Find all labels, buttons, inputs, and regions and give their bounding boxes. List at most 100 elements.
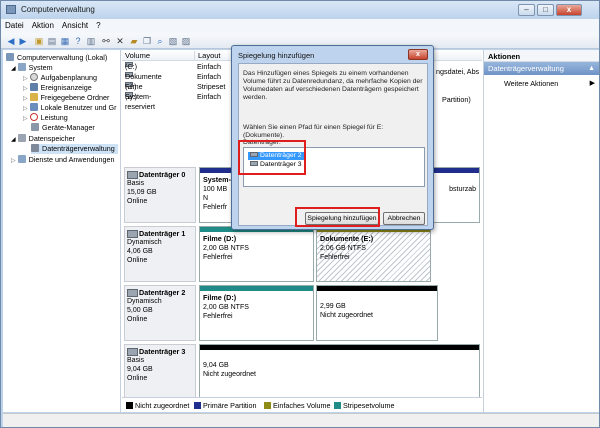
clock-icon <box>29 73 38 81</box>
add-mirror-button[interactable]: Spiegelung hinzufügen <box>305 212 379 225</box>
tree-services[interactable]: ▷ Dienste und Anwendungen <box>11 155 115 165</box>
expand-arrow-icon[interactable]: ▷ <box>23 86 28 92</box>
column-layout[interactable]: Layout <box>194 51 221 60</box>
close-button[interactable]: x <box>556 4 582 16</box>
legend-swatch <box>334 402 341 409</box>
folder-icon[interactable]: ▰ <box>129 36 139 46</box>
expand-arrow-icon[interactable]: ▷ <box>23 96 28 102</box>
title-bar: Computerverwaltung – □ x <box>1 1 599 19</box>
maximize-button[interactable]: □ <box>537 4 554 16</box>
disk-type: Dynamisch <box>127 239 162 246</box>
menu-help[interactable]: ? <box>92 19 104 32</box>
services-icon <box>17 155 26 163</box>
tree-system[interactable]: ◢ System <box>11 63 53 73</box>
dialog-body: Das Hinzufügen eines Spiegels zu einem v… <box>238 63 428 226</box>
copy-icon[interactable]: ❐ <box>142 36 152 46</box>
search-icon[interactable]: ⌕ <box>155 36 165 46</box>
connect-icon[interactable]: ⚯ <box>101 36 111 46</box>
partition[interactable]: Filme (D:) 2,00 GB NTFS Fehlerfrei <box>199 226 314 282</box>
expand-arrow-icon[interactable]: ▷ <box>11 158 16 164</box>
disk-row: Datenträger 2 Dynamisch 5,00 GB Online F… <box>122 284 482 342</box>
actions-pane: Aktionen Datenträgerverwaltung ▲ Weitere … <box>483 50 599 412</box>
legend-item: Nicht zugeordnet <box>126 401 189 410</box>
disk-size: 15,09 GB <box>127 189 157 196</box>
computer-icon <box>6 53 14 61</box>
expand-arrow-icon[interactable]: ▷ <box>23 76 28 82</box>
tree-root[interactable]: Computerverwaltung (Lokal) <box>6 53 107 63</box>
users-icon <box>29 103 38 111</box>
disk-list-item[interactable]: Datenträger 2 <box>248 152 304 160</box>
disk-label[interactable]: Datenträger 1 Dynamisch 4,06 GB Online <box>124 226 196 282</box>
delete-icon[interactable]: ✕ <box>115 36 125 46</box>
disk-status: Online <box>127 257 148 264</box>
actions-header: Aktionen <box>484 50 599 62</box>
partition-unallocated[interactable]: 9,04 GB Nicht zugeordnet <box>199 344 480 400</box>
expand-arrow-icon[interactable]: ▷ <box>23 106 28 112</box>
disk-status: Online <box>127 198 148 205</box>
menu-ansicht[interactable]: Ansicht <box>58 19 92 32</box>
disk-label[interactable]: Datenträger 0 Basis 15,09 GB Online <box>124 167 196 223</box>
disk-size: 4,06 GB <box>127 248 153 255</box>
disk-row: Datenträger 1 Dynamisch 4,06 GB Online F… <box>122 225 482 283</box>
dialog-close-button[interactable]: x <box>408 49 428 60</box>
export-icon[interactable]: ▧ <box>168 36 178 46</box>
help-icon[interactable]: ? <box>73 36 83 46</box>
collapse-arrow-icon[interactable]: ◢ <box>11 66 16 72</box>
tree-storage[interactable]: ◢ Datenspeicher <box>11 134 75 144</box>
tree-item-ereignisanzeige[interactable]: ▷ Ereignisanzeige <box>23 83 92 93</box>
storage-icon <box>17 134 26 142</box>
disk-type: Basis <box>127 180 145 187</box>
disk-list-label: Datenträger: <box>243 139 281 146</box>
partition-selected[interactable]: Dokumente (E:) 2,06 GB NTFS Fehlerfrei <box>316 226 431 282</box>
disk-size: 5,00 GB <box>127 307 153 314</box>
tree-item-lokale-benutzer[interactable]: ▷ Lokale Benutzer und Gr <box>23 103 117 113</box>
more-actions-link[interactable]: Weitere Aktionen ▶ <box>484 75 599 88</box>
tree-item-aufgabenplanung[interactable]: ▷ Aufgabenplanung <box>23 73 97 83</box>
disk-status: Online <box>127 316 148 323</box>
legend: Nicht zugeordnet Primäre Partition Einfa… <box>122 397 482 412</box>
actions-section[interactable]: Datenträgerverwaltung ▲ <box>484 62 599 75</box>
tools-icon <box>17 63 26 71</box>
status-bar <box>3 413 599 427</box>
partition[interactable]: Filme (D:) 2,00 GB NTFS Fehlerfrei <box>199 285 314 341</box>
partition[interactable]: System- 100 MB N Fehlerfr <box>199 167 233 223</box>
navigation-tree: Computerverwaltung (Lokal) ◢ System ▷ Aufg… <box>3 50 121 412</box>
column-volume[interactable]: Volume <box>125 51 150 60</box>
legend-swatch <box>126 402 133 409</box>
dialog-instruction: Wählen Sie einen Pfad für einen Spiegel … <box>243 124 384 139</box>
disk-size: 9,04 GB <box>127 366 153 373</box>
collapse-arrow-icon[interactable]: ◢ <box>11 137 16 143</box>
disk-row: Datenträger 3 Basis 9,04 GB Online 9,04 … <box>122 343 482 401</box>
disk-type: Basis <box>127 357 145 364</box>
disk-status: Online <box>127 375 148 382</box>
list-view-icon[interactable]: ▥ <box>86 36 96 46</box>
tree-item-datentraegerverwaltung[interactable]: Datenträgerverwaltung <box>31 144 118 154</box>
tree-item-geraete-manager[interactable]: Geräte-Manager <box>31 123 95 133</box>
forward-icon[interactable]: ▶ <box>18 36 28 46</box>
collapse-arrow-icon[interactable]: ▲ <box>588 65 595 72</box>
legend-swatch <box>264 402 271 409</box>
partition-unallocated[interactable]: 2,99 GB Nicht zugeordnet <box>316 285 438 341</box>
disk-listbox[interactable]: Datenträger 2 Datenträger 3 <box>243 147 425 187</box>
menu-aktion[interactable]: Aktion <box>28 19 58 32</box>
cancel-button[interactable]: Abbrechen <box>383 212 425 225</box>
performance-icon <box>29 113 38 121</box>
disk-label[interactable]: Datenträger 3 Basis 9,04 GB Online <box>124 344 196 400</box>
back-icon[interactable]: ◀ <box>6 36 16 46</box>
up-folder-icon[interactable]: ▣ <box>34 36 44 46</box>
app-icon <box>6 5 16 14</box>
view-icon[interactable]: ▨ <box>181 36 191 46</box>
tree-item-leistung[interactable]: ▷ Leistung <box>23 113 68 123</box>
show-tree-icon[interactable]: ▤ <box>47 36 57 46</box>
minimize-button[interactable]: – <box>518 4 535 16</box>
legend-swatch <box>194 402 201 409</box>
legend-item: Einfaches Volume <box>264 401 331 410</box>
expand-arrow-icon[interactable]: ▷ <box>23 116 28 122</box>
disk-list-item[interactable]: Datenträger 3 <box>248 161 304 169</box>
disk-label[interactable]: Datenträger 2 Dynamisch 5,00 GB Online <box>124 285 196 341</box>
properties-icon[interactable]: ▦ <box>60 36 70 46</box>
disk-type: Dynamisch <box>127 298 162 305</box>
menu-datei[interactable]: Datei <box>1 19 28 32</box>
event-viewer-icon <box>29 83 38 91</box>
tree-item-freigegebene-ordner[interactable]: ▷ Freigegebene Ordner <box>23 93 109 103</box>
